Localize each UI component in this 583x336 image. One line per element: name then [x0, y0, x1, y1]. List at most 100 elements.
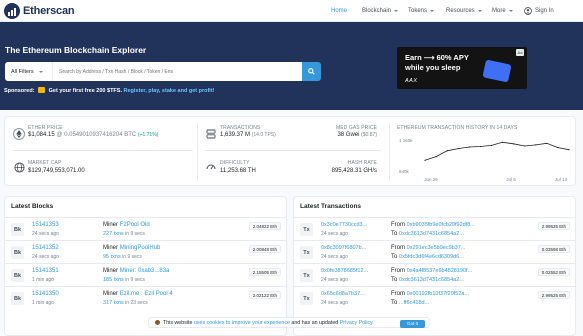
ad-banner[interactable]: Earn ⟶ 60% APY while you sleep AAX Ad: [397, 47, 527, 89]
miner-link[interactable]: MiningPoolHub: [120, 245, 161, 251]
search-button[interactable]: [302, 62, 321, 81]
tx-to: To 0xdc3613d7431c6854a2...: [391, 231, 464, 237]
sponsored-label: Sponsored:: [4, 88, 35, 94]
nav-resources-label: Resources: [446, 8, 475, 14]
from-address-link[interactable]: 0xb9035fb9e0fcb29f92df8...: [407, 222, 475, 228]
data-point: [513, 143, 515, 145]
tx-age: 24 secs ago: [321, 277, 348, 283]
sign-in-label: Sign In: [535, 8, 554, 14]
cookie-text-1: This website: [163, 319, 193, 326]
nav-blockchain-label: Blockchain: [362, 8, 392, 14]
ad-subheadline: while you sleep: [405, 63, 461, 72]
block-number-link[interactable]: 15141353: [32, 222, 59, 228]
miner-link[interactable]: Ezil.me : Ezil Pool 4: [120, 291, 173, 297]
data-point: [468, 146, 470, 148]
series-line: [424, 141, 570, 161]
tx-hash-link[interactable]: 0x3c0e7730ccd3...: [321, 222, 367, 228]
privacy-policy-link[interactable]: Privacy Policy.: [340, 320, 374, 326]
filter-select[interactable]: All Filters: [5, 62, 53, 81]
miner-link[interactable]: Miner: 0xab3...83a: [120, 268, 170, 274]
sponsored-line: Sponsored: Get your first free 200 $TFS.…: [4, 87, 215, 94]
sponsored-link[interactable]: Register, play, stake and get profit!: [124, 88, 215, 94]
ether-price-usd: $1,084.15: [28, 132, 55, 138]
from-label: From: [391, 268, 405, 274]
table-row: Bk 15141351 1 min ago Miner Miner: 0xab3...…: [5, 263, 286, 286]
to-address-link[interactable]: 0xdc3613d7431c6854a2...: [399, 231, 464, 237]
x-tick-label: Jul 13: [555, 177, 568, 182]
sponsor-icon: [38, 87, 46, 93]
block-number-link[interactable]: 15141352: [32, 245, 59, 251]
transactions-count[interactable]: 1,639.37 M: [220, 132, 250, 138]
tx-badge: Tx: [300, 269, 313, 282]
tx-hash-link[interactable]: 0x0fe3878685f12...: [321, 268, 368, 274]
to-address-link[interactable]: 0xdc3613d7431c6854a2...: [399, 277, 464, 283]
got-it-button[interactable]: Got It: [399, 320, 425, 328]
tx-history-chart: 1 160k 840k Jun 29 Jul 6 Jul 13: [399, 138, 570, 182]
block-txns: 95 txns in 9 secs: [103, 254, 142, 260]
tx-badge: Tx: [300, 246, 313, 259]
txns-link[interactable]: 95 txns: [103, 254, 121, 260]
block-miner: Miner MiningPoolHub: [103, 245, 160, 251]
brand-name: Etherscan: [23, 5, 75, 17]
tx-badge: Tx: [300, 292, 313, 305]
latest-blocks-title: Latest Blocks: [11, 203, 54, 210]
gas-price-value[interactable]: 38 Gwei ($0.87): [337, 132, 377, 138]
tx-hash-link[interactable]: 0x8c3097f6807b...: [321, 245, 366, 251]
tx-to: To 0xdc3613d7431c6854a2...: [391, 277, 464, 283]
search-bar: All Filters: [5, 62, 321, 81]
from-address-link[interactable]: 0x00192fb10f37f29f52a...: [407, 291, 469, 297]
data-point: [479, 145, 481, 148]
search-input[interactable]: [53, 62, 302, 81]
data-point: [457, 148, 459, 150]
to-address-link[interactable]: ...ff6c418d...: [399, 300, 429, 306]
block-age: 24 secs ago: [32, 231, 59, 237]
server-icon: [205, 128, 217, 140]
txns-link[interactable]: 185 txns: [103, 277, 124, 283]
chevron-down-icon: [508, 10, 513, 12]
block-badge: Bk: [11, 246, 24, 259]
block-number-link[interactable]: 15141351: [32, 268, 59, 274]
ad-brand: AAX: [405, 78, 418, 84]
data-point: [524, 145, 526, 147]
sign-in-link[interactable]: Sign In: [524, 0, 554, 22]
user-icon: [524, 7, 532, 15]
block-number-link[interactable]: 15141350: [32, 291, 59, 297]
nav-tokens[interactable]: Tokens: [408, 0, 435, 22]
cookie-text-2: and has an updated: [291, 319, 339, 326]
txns-link[interactable]: 317 txns: [103, 300, 124, 306]
block-miner: Miner Miner: 0xab3...83a: [103, 268, 169, 274]
hash-rate-label: Hash Rate: [347, 160, 377, 166]
block-miner: Miner F2Pool Old: [103, 222, 150, 228]
nav-blockchain[interactable]: Blockchain: [362, 0, 399, 22]
block-txns: 227 txns in 9 secs: [103, 231, 145, 237]
miner-link[interactable]: F2Pool Old: [120, 222, 150, 228]
from-address-link[interactable]: 0x291ec3e5b9ec9b37...: [407, 245, 466, 251]
txns-time: in 9 secs: [125, 231, 145, 237]
nav-resources[interactable]: Resources: [446, 0, 482, 22]
nav-more[interactable]: More: [492, 0, 513, 22]
transactions-label: Transactions: [220, 125, 261, 131]
divider: [197, 123, 198, 181]
table-row: Tx 0x65c6d8a7b37... 24 secs ago From 0x0019…: [294, 286, 575, 309]
table-row: Bk 15141353 24 secs ago Miner F2Pool Old 227…: [5, 217, 286, 240]
block-badge: Bk: [11, 269, 24, 282]
tx-to: To 0x5fdc3d6f4e6cd6309d6...: [391, 254, 464, 260]
from-address-link[interactable]: 0x4a4f8537e6b4828190f...: [407, 268, 472, 274]
txns-time: in 9 secs: [122, 254, 142, 260]
miner-label: Miner: [103, 268, 119, 274]
ad-badge: Ad: [516, 49, 524, 56]
tx-hash-link[interactable]: 0x65c6d8a7b37...: [321, 291, 365, 297]
from-label: From: [391, 222, 405, 228]
tx-from: From 0x00192fb10f37f29f52a...: [391, 291, 469, 297]
tx-value: 0.03598 Eth: [537, 245, 570, 253]
tx-history-label: Ethereum Transaction History in 14 Days: [397, 125, 518, 131]
to-label: To: [391, 254, 398, 260]
latest-transactions-title: Latest Transactions: [300, 203, 362, 210]
etherscan-logo[interactable]: Etherscan: [4, 3, 75, 19]
cookie-policy-link[interactable]: uses cookies to improve your experience: [194, 320, 290, 326]
to-address-link[interactable]: 0x5fdc3d6f4e6cd6309d6...: [399, 254, 464, 260]
txns-link[interactable]: 227 txns: [103, 231, 124, 237]
from-label: From: [391, 291, 405, 297]
nav-home[interactable]: Home: [331, 0, 347, 22]
market-cap-value: $129,749,553,071.00: [28, 168, 85, 174]
